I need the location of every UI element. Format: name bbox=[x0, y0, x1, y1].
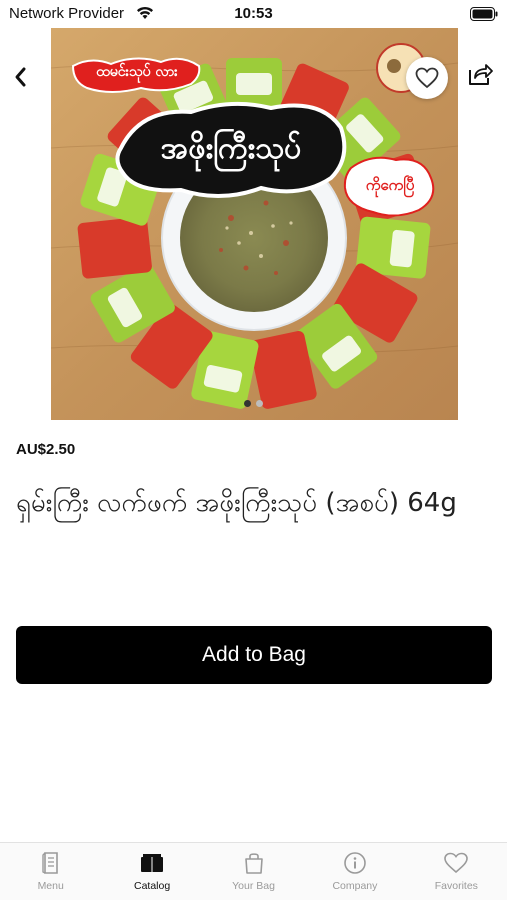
add-to-bag-button[interactable]: Add to Bag bbox=[16, 626, 492, 684]
shopping-bag-icon bbox=[244, 853, 263, 874]
image-pager[interactable] bbox=[0, 400, 507, 407]
battery-icon bbox=[470, 7, 498, 21]
image-banner-main-text: အဖိုးကြီးသုပ် bbox=[160, 131, 302, 166]
tab-label: Company bbox=[332, 880, 378, 892]
tab-label: Menu bbox=[37, 880, 64, 892]
tab-label: Favorites bbox=[434, 880, 478, 892]
product-photo bbox=[51, 28, 458, 420]
tab-favorites[interactable]: Favorites bbox=[406, 843, 507, 900]
back-button[interactable] bbox=[8, 62, 32, 92]
tab-menu[interactable]: Menu bbox=[0, 843, 101, 900]
product-title: ရှမ်းကြီး လက်ဖက် အဖိုးကြီးသုပ် (အစပ်) 64… bbox=[16, 488, 457, 518]
tab-catalog[interactable]: Catalog bbox=[101, 843, 202, 900]
image-badge-text: ကိုကေပြီ bbox=[365, 176, 415, 194]
pager-dot[interactable] bbox=[256, 400, 263, 407]
tab-bar: Menu Catalog Your Bag Company Favorites bbox=[0, 842, 507, 900]
menu-book-icon bbox=[42, 852, 58, 874]
heart-outline-icon bbox=[415, 67, 439, 89]
info-icon bbox=[344, 852, 366, 874]
status-bar: Network Provider 10:53 bbox=[0, 0, 507, 28]
tab-your-bag[interactable]: Your Bag bbox=[203, 843, 304, 900]
chevron-left-icon bbox=[15, 67, 26, 87]
tab-company[interactable]: Company bbox=[304, 843, 405, 900]
pager-dot-active[interactable] bbox=[244, 400, 251, 407]
image-banner-top-text: ထမင်းသုပ် လား bbox=[96, 64, 178, 80]
tab-label: Catalog bbox=[134, 880, 171, 892]
share-icon bbox=[469, 64, 493, 85]
favorite-button[interactable] bbox=[406, 57, 448, 99]
catalog-box-icon bbox=[141, 854, 164, 872]
product-image[interactable]: ထမင်းသုပ် လား အဖိုးကြီးသုပ် ကိုကေပြီ bbox=[51, 28, 458, 420]
product-price: AU$2.50 bbox=[16, 441, 76, 458]
clock: 10:53 bbox=[234, 5, 273, 22]
share-button[interactable] bbox=[466, 60, 494, 90]
tab-label: Your Bag bbox=[232, 880, 275, 892]
heart-icon bbox=[444, 852, 469, 874]
